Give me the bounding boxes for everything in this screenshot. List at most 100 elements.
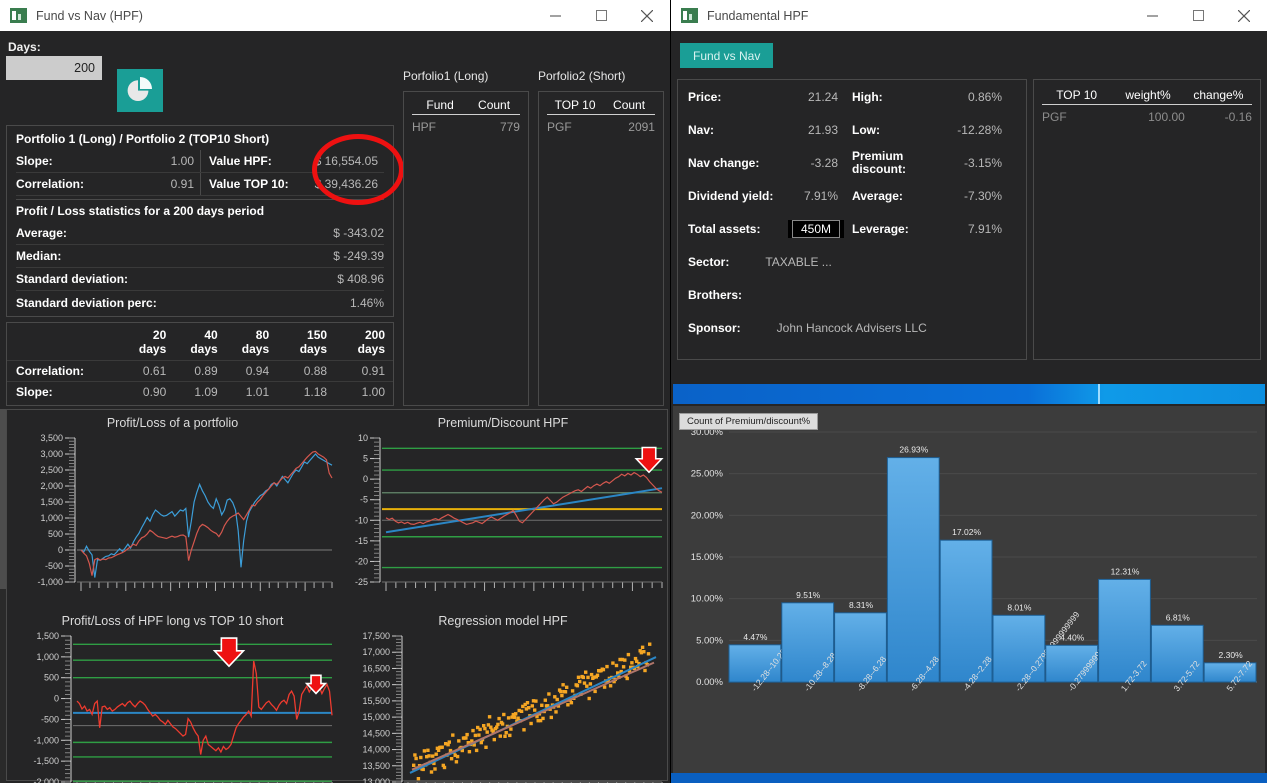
screen-root: Fund vs Nav (HPF) Days: 200 Portfolio 1 … (0, 0, 1267, 783)
svg-text:15.00%: 15.00% (691, 552, 724, 563)
svg-text:-10: -10 (355, 515, 368, 525)
slope-80d: 1.01 (225, 381, 278, 402)
portfolio-stats-panel: Portfolio 1 (Long) / Portfolio 2 (TOP10 … (6, 125, 394, 317)
svg-text:5: 5 (363, 454, 368, 464)
portfolio-panel-title: Portfolio 1 (Long) / Portfolio 2 (TOP10 … (16, 132, 270, 146)
svg-text:1,000: 1,000 (40, 513, 63, 523)
svg-text:-25: -25 (355, 577, 368, 587)
chart2-title: Premium/Discount HPF (437, 416, 569, 430)
charts-container: Profit/Loss of a portfolio 3,500 3,000 2,5… (6, 409, 668, 783)
svg-text:4.40%: 4.40% (1060, 632, 1085, 642)
nav-value: 21.93 (807, 122, 838, 137)
top10-col-name: TOP 10 (1042, 88, 1112, 105)
stdev-perc-value: 1.46% (349, 295, 384, 310)
navchange-premium-row: Nav change: -3.28 Premium discount: -3.1… (678, 146, 1026, 179)
maximize-icon[interactable] (578, 0, 624, 31)
pie-chart-button[interactable] (117, 69, 163, 112)
svg-text:10.00%: 10.00% (691, 594, 724, 605)
corr-20d: 0.61 (122, 360, 175, 382)
low-value: -12.28% (957, 122, 1002, 137)
correlation-value-top10-row: Correlation: 0.91 Value TOP 10: $ 39,436… (16, 173, 384, 196)
maximize-icon[interactable] (1175, 0, 1221, 31)
svg-text:2,000: 2,000 (40, 481, 63, 491)
svg-text:500: 500 (48, 529, 63, 539)
high-value: 0.86% (967, 89, 1002, 104)
window-fundamental-hpf: Fundamental HPF Fund vs Nav Price: 21.24… (671, 0, 1267, 783)
table-row[interactable]: HPF 779 (404, 115, 528, 134)
svg-text:20.00%: 20.00% (691, 510, 724, 521)
svg-text:3,500: 3,500 (40, 433, 63, 443)
svg-text:17,000: 17,000 (362, 647, 390, 657)
svg-text:0: 0 (54, 694, 59, 704)
svg-text:9.51%: 9.51% (796, 590, 821, 600)
table-row[interactable]: PGF 100.00 -0.16 (1034, 105, 1260, 124)
svg-text:2.30%: 2.30% (1219, 650, 1244, 660)
portfolio1-header: Fund Count (404, 92, 528, 115)
svg-text:2,500: 2,500 (40, 465, 63, 475)
sponsor-cell: Sponsor: John Hancock Advisers LLC (688, 321, 1016, 335)
portfolio1-fund-count: 779 (499, 120, 520, 134)
days-input[interactable] (6, 56, 102, 80)
svg-text:-1,500: -1,500 (33, 756, 59, 766)
value-top10-value: $ 39,436.26 (314, 177, 378, 191)
top10-row-weight: 100.00 (1148, 110, 1185, 124)
table-row: Correlation: 0.61 0.89 0.94 0.88 0.91 (7, 360, 393, 382)
close-icon[interactable] (624, 0, 670, 31)
close-icon[interactable] (1221, 0, 1267, 31)
col-head-blank (7, 323, 123, 361)
right-window-title: Fundamental HPF (707, 8, 809, 23)
svg-text:3,000: 3,000 (40, 449, 63, 459)
col-head-150d: 150 days (299, 328, 328, 356)
price-cell: Price: 21.24 (688, 90, 852, 104)
stdev-label: Standard deviation: (16, 272, 129, 286)
portfolio2-col-count: Count (603, 98, 655, 115)
premium-discount-cell: Premium discount: -3.15% (852, 149, 1016, 176)
progress-marker (1098, 384, 1100, 404)
right-titlebar: Fundamental HPF (671, 0, 1267, 31)
chart3-canvas: 1,500 1,000 500 0 -500 -1,000 -1,500 -2,000 (33, 631, 333, 783)
sponsor-row: Sponsor: John Hancock Advisers LLC (678, 311, 1026, 344)
leverage-cell: Leverage: 7.91% (852, 222, 1016, 236)
svg-text:-1,000: -1,000 (37, 577, 63, 587)
sector-row: Sector: TAXABLE ... (678, 245, 1026, 278)
slope-40d: 1.09 (174, 381, 226, 402)
top10-panel: TOP 10 weight% change% PGF 100.00 -0.16 (1033, 79, 1261, 360)
price-high-row: Price: 21.24 High: 0.86% (678, 80, 1026, 113)
svg-text:14,000: 14,000 (362, 745, 390, 755)
tab-fund-vs-nav[interactable]: Fund vs Nav (680, 43, 774, 68)
price-label: Price: (688, 89, 722, 104)
histogram-legend: Count of Premium/discount% (679, 413, 819, 430)
portfolio2-caption: Porfolio2 (Short) (538, 69, 626, 83)
sector-cell: Sector: TAXABLE ... (688, 255, 852, 269)
svg-text:10: 10 (358, 433, 368, 443)
table-header-row: 20 days 40 days 80 days 150 days 200 day… (7, 323, 393, 361)
value-hpf-cell: Value HPF: $ 16,554.05 (200, 150, 384, 172)
svg-text:8.31%: 8.31% (849, 600, 874, 610)
total-assets-highlight: 450M (787, 219, 844, 238)
slope-cell: Slope: 1.00 (16, 150, 200, 172)
slope-150d: 1.18 (277, 381, 336, 402)
minimize-icon[interactable] (1129, 0, 1175, 31)
svg-text:-15: -15 (355, 536, 368, 546)
correlation-period-panel: 20 days 40 days 80 days 150 days 200 day… (6, 322, 394, 406)
svg-text:-20: -20 (355, 556, 368, 566)
minimize-icon[interactable] (532, 0, 578, 31)
slope-20d: 0.90 (122, 381, 175, 402)
portfolio2-col-top10: TOP 10 (547, 98, 604, 115)
svg-text:14,500: 14,500 (362, 728, 390, 738)
chart-profit-loss-portfolio: Profit/Loss of a portfolio 3,500 3,000 2,5… (7, 410, 338, 608)
average-row: Average: $ -343.02 (16, 222, 384, 245)
svg-text:16,500: 16,500 (362, 663, 390, 673)
brothers-row: Brothers: (678, 278, 1026, 311)
median-label: Median: (16, 249, 62, 263)
value-hpf-value: $ 16,554.05 (314, 154, 378, 168)
table-row: Slope: 0.90 1.09 1.01 1.18 1.00 (7, 381, 393, 402)
table-row[interactable]: PGF 2091 (539, 115, 663, 134)
dividend-yield-cell: Dividend yield: 7.91% (688, 189, 852, 203)
col-head-80d: 80 days (241, 328, 270, 356)
total-assets-label: Total assets: (688, 221, 761, 236)
median-row: Median: $ -249.39 (16, 245, 384, 268)
nav-cell: Nav: 21.93 (688, 123, 852, 137)
svg-text:0: 0 (363, 474, 368, 484)
svg-text:-500: -500 (41, 714, 59, 724)
